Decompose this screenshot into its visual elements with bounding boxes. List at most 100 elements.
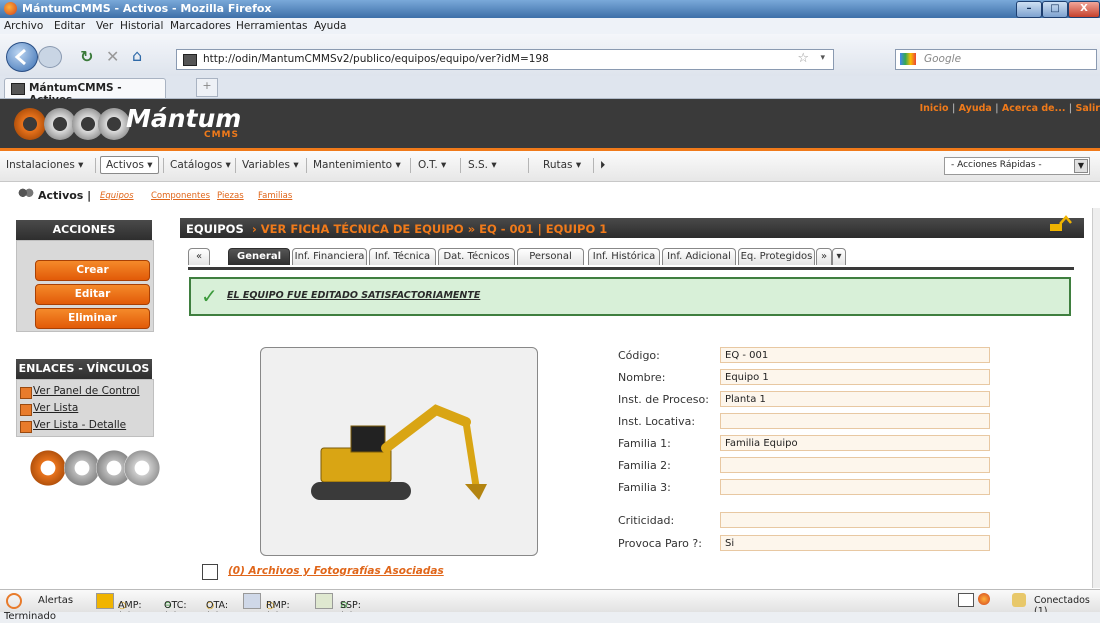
url-bar[interactable]: http://odin/MantumCMMSv2/publico/equipos… [176, 49, 834, 70]
menu-herramientas[interactable]: Herramientas [236, 20, 308, 32]
link-acerca[interactable]: Acerca de... [1002, 103, 1066, 114]
field-criticidad [720, 512, 990, 528]
amp-icon[interactable] [96, 593, 114, 609]
menu-ss[interactable]: S.S. ▾ [468, 159, 497, 171]
editar-button[interactable]: Editar [35, 284, 150, 305]
field-inst-proceso: Planta 1 [720, 391, 990, 407]
tab-dat-tecnicos[interactable]: Dat. Técnicos [438, 248, 515, 265]
label-provoca-paro: Provoca Paro ?: [618, 537, 702, 550]
browser-statusbar: Terminado [0, 611, 1100, 623]
menu-catalogos[interactable]: Catálogos ▾ [170, 159, 231, 171]
search-box[interactable]: Google ⚲ [895, 49, 1097, 70]
label-familia-1: Familia 1: [618, 437, 671, 450]
eliminar-button[interactable]: Eliminar [35, 308, 150, 329]
bookmark-star-icon[interactable]: ☆ [797, 51, 809, 66]
field-nombre: Equipo 1 [720, 369, 990, 385]
chevron-down-icon[interactable]: ▼ [1074, 159, 1088, 173]
window-title: MántumCMMS - Activos - Mozilla Firefox [22, 2, 272, 15]
menu-marcadores[interactable]: Marcadores [170, 20, 231, 32]
vertical-scrollbar[interactable] [1092, 208, 1100, 588]
menu-mantenimiento[interactable]: Mantenimiento ▾ [313, 159, 401, 171]
section-title: Activos | [38, 189, 92, 202]
tabs-prev-icon[interactable]: « [188, 248, 210, 265]
menu-more-icon[interactable]: ⏵ [600, 159, 605, 172]
label-inst-locativa: Inst. Locativa: [618, 415, 696, 428]
browser-navbar: ↻ ✕ ⌂ http://odin/MantumCMMSv2/publico/e… [0, 34, 1100, 79]
attachments-icon[interactable] [202, 564, 218, 580]
field-familia-3 [720, 479, 990, 495]
link-inicio[interactable]: Inicio [920, 103, 949, 114]
link-ver-lista[interactable]: Ver Lista [33, 402, 78, 414]
menu-archivo[interactable]: Archivo [4, 20, 43, 32]
alerts-label: Alertas [38, 595, 74, 606]
home-icon[interactable]: ⌂ [132, 46, 142, 65]
alerts-bar: Alertas ○ AMP: (1) ⊖ OTC: (0) ○ OTA: (3)… [0, 589, 1100, 622]
link-salir[interactable]: Salir [1076, 103, 1100, 114]
tab-inf-financiera[interactable]: Inf. Financiera [292, 248, 367, 265]
menu-historial[interactable]: Historial [120, 20, 163, 32]
clock-icon [6, 593, 22, 609]
link-equipos[interactable]: Equipos [100, 191, 134, 201]
menu-ot[interactable]: O.T. ▾ [418, 159, 446, 171]
menu-rutas[interactable]: Rutas ▾ [543, 159, 581, 171]
reload-icon[interactable]: ↻ [80, 47, 93, 66]
crear-button[interactable]: Crear [35, 260, 150, 281]
field-familia-2 [720, 457, 990, 473]
tab-favicon [11, 83, 25, 95]
tab-eq-protegidos[interactable]: Eq. Protegidos [738, 248, 815, 265]
minimize-button[interactable]: – [1016, 1, 1042, 18]
menu-instalaciones[interactable]: Instalaciones ▾ [6, 159, 83, 171]
new-tab-button[interactable]: + [196, 78, 218, 97]
url-dropdown-icon[interactable]: ▾ [820, 53, 825, 63]
back-button[interactable] [6, 42, 38, 72]
link-componentes[interactable]: Componentes [151, 191, 210, 201]
menu-ver[interactable]: Ver [96, 20, 113, 32]
menu-activos[interactable]: Activos ▾ [100, 156, 159, 174]
link-ver-panel[interactable]: Ver Panel de Control [33, 385, 140, 397]
menu-variables[interactable]: Variables ▾ [242, 159, 299, 171]
tab-inf-adicional[interactable]: Inf. Adicional [662, 248, 736, 265]
rmp-icon[interactable] [243, 593, 261, 609]
link-ayuda[interactable]: Ayuda [959, 103, 992, 114]
attachments-link[interactable]: (0) Archivos y Fotografías Asociadas [228, 565, 444, 577]
tabs-next-icon[interactable]: » [816, 248, 832, 265]
tab-inf-historica[interactable]: Inf. Histórica [588, 248, 660, 265]
quick-actions-select[interactable]: - Acciones Rápidas - ▼ [944, 157, 1090, 175]
tabs-menu-icon[interactable]: ▾ [832, 248, 846, 265]
top-links: Inicio | Ayuda | Acerca de... | Salir [919, 103, 1100, 114]
close-button[interactable]: X [1068, 1, 1100, 18]
users-icon [18, 188, 34, 200]
success-message: ✓ EL EQUIPO FUE EDITADO SATISFACTORIAMEN… [189, 277, 1071, 316]
field-inst-locativa [720, 413, 990, 429]
tab-inf-tecnica[interactable]: Inf. Técnica [369, 248, 436, 265]
enlaces-header: ENLACES - VÍNCULOS [16, 359, 152, 379]
forward-button[interactable] [38, 46, 62, 68]
browser-icon[interactable] [978, 593, 990, 605]
label-criticidad: Criticidad: [618, 514, 675, 527]
tab-general[interactable]: General [228, 248, 290, 265]
page-title: EQUIPOS [186, 222, 244, 236]
ssp-icon[interactable] [315, 593, 333, 609]
google-engine-icon[interactable] [900, 53, 916, 65]
menu-editar[interactable]: Editar [54, 20, 85, 32]
field-codigo: EQ - 001 [720, 347, 990, 363]
site-favicon [183, 54, 197, 66]
status-text: Terminado [4, 611, 56, 622]
maximize-button[interactable]: □ [1042, 1, 1068, 18]
link-piezas[interactable]: Piezas [217, 191, 244, 201]
acciones-header: ACCIONES [16, 220, 152, 240]
detail-tabs: « General Inf. Financiera Inf. Técnica D… [188, 248, 1074, 270]
menu-ayuda[interactable]: Ayuda [314, 20, 346, 32]
tab-personal[interactable]: Personal [517, 248, 584, 265]
gear-logo-icon [14, 108, 46, 140]
browser-tab-active[interactable]: MántumCMMS - Activos [4, 78, 166, 106]
url-text[interactable]: http://odin/MantumCMMSv2/publico/equipos… [203, 53, 549, 65]
link-ver-lista-detalle[interactable]: Ver Lista - Detalle [33, 419, 126, 431]
link-familias[interactable]: Familias [258, 191, 292, 201]
page-title-bar: EQUIPOS › VER FICHA TÉCNICA DE EQUIPO » … [180, 215, 1084, 238]
browser-menubar: Archivo Editar Ver Historial Marcadores … [0, 18, 1100, 35]
window-icon[interactable] [958, 593, 974, 607]
firefox-icon [4, 2, 17, 15]
label-codigo: Código: [618, 349, 660, 362]
stop-icon[interactable]: ✕ [106, 47, 119, 66]
